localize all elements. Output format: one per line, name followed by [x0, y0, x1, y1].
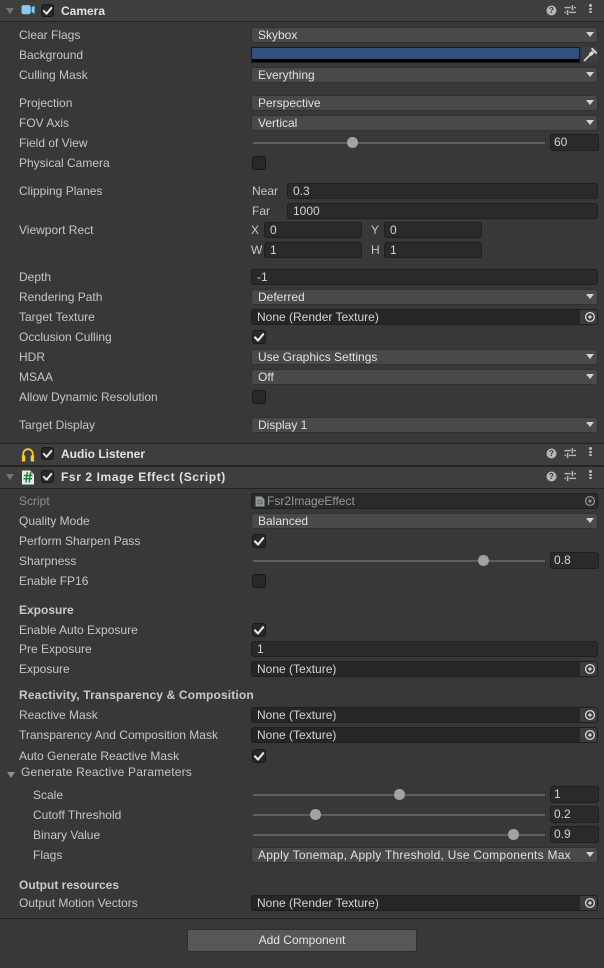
svg-text:?: ? — [549, 472, 554, 481]
svg-text:?: ? — [549, 6, 554, 15]
svg-text:?: ? — [549, 449, 554, 458]
